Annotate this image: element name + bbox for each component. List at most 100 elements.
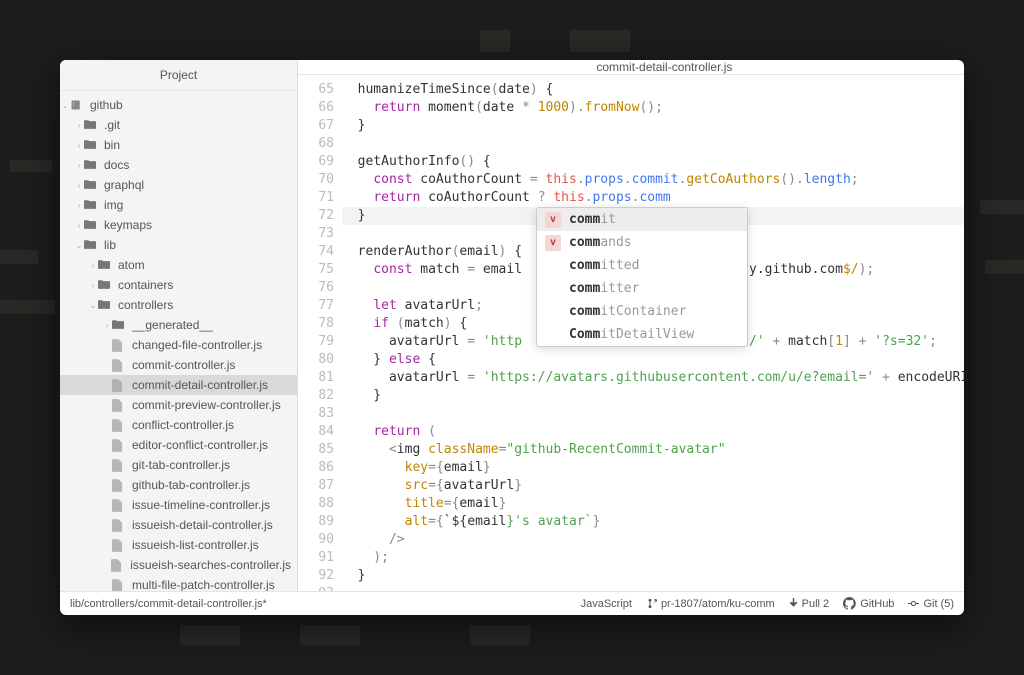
chevron-right-icon: › bbox=[102, 321, 112, 330]
folder-icon bbox=[84, 240, 100, 250]
folder-icon bbox=[84, 160, 100, 170]
tab-bar[interactable]: commit-detail-controller.js bbox=[298, 60, 964, 75]
tree-file[interactable]: changed-file-controller.js bbox=[60, 335, 297, 355]
autocomplete-label: committed bbox=[569, 257, 639, 275]
line-number-gutter: 6566676869707172737475767778798081828384… bbox=[298, 75, 342, 591]
tree-file[interactable]: issue-timeline-controller.js bbox=[60, 495, 297, 515]
autocomplete-popup[interactable]: vcommitvcommandsvcommittedvcommittervcom… bbox=[536, 207, 748, 347]
git-commit-icon bbox=[908, 598, 919, 609]
status-language[interactable]: JavaScript bbox=[581, 598, 632, 610]
tree-folder[interactable]: ›img bbox=[60, 195, 297, 215]
status-branch[interactable]: pr-1807/atom/ku-comm bbox=[646, 597, 775, 610]
code-line[interactable] bbox=[342, 585, 964, 591]
tree-folder-lib[interactable]: ⌄ lib bbox=[60, 235, 297, 255]
chevron-down-icon: ⌄ bbox=[88, 301, 98, 310]
tree-file[interactable]: git-tab-controller.js bbox=[60, 455, 297, 475]
file-icon bbox=[112, 419, 128, 432]
tree-file[interactable]: commit-controller.js bbox=[60, 355, 297, 375]
tree-file[interactable]: conflict-controller.js bbox=[60, 415, 297, 435]
project-sidebar: Project ⌄ github ›.git›bin›docs›graphql›… bbox=[60, 60, 298, 591]
file-icon bbox=[111, 559, 127, 572]
code-line[interactable]: avatarUrl = 'https://avatars.githubuserc… bbox=[342, 369, 964, 387]
tab-title[interactable]: commit-detail-controller.js bbox=[596, 60, 732, 74]
tree-folder[interactable]: ›docs bbox=[60, 155, 297, 175]
code-line[interactable]: const coAuthorCount = this.props.commit.… bbox=[342, 171, 964, 189]
chevron-right-icon: › bbox=[74, 141, 84, 150]
code-line[interactable]: getAuthorInfo() { bbox=[342, 153, 964, 171]
autocomplete-item[interactable]: vCommitDetailView bbox=[537, 323, 747, 346]
folder-icon bbox=[84, 140, 100, 150]
code-line[interactable]: } else { bbox=[342, 351, 964, 369]
tree-label: bin bbox=[104, 138, 120, 152]
tree-label: multi-file-patch-controller.js bbox=[132, 578, 275, 591]
tree-file[interactable]: multi-file-patch-controller.js bbox=[60, 575, 297, 591]
file-icon bbox=[112, 379, 128, 392]
tree-folder[interactable]: ›keymaps bbox=[60, 215, 297, 235]
status-github-label: GitHub bbox=[860, 598, 894, 610]
status-git-label: Git (5) bbox=[923, 598, 954, 610]
code-line[interactable]: alt={`${email}'s avatar`} bbox=[342, 513, 964, 531]
code-line[interactable]: humanizeTimeSince(date) { bbox=[342, 81, 964, 99]
folder-icon bbox=[84, 220, 100, 230]
tree-label: containers bbox=[118, 278, 173, 292]
code-line[interactable]: } bbox=[342, 117, 964, 135]
tree-file[interactable]: issueish-detail-controller.js bbox=[60, 515, 297, 535]
code-area[interactable]: humanizeTimeSince(date) { return moment(… bbox=[342, 75, 964, 591]
code-line[interactable]: src={avatarUrl} bbox=[342, 477, 964, 495]
file-icon bbox=[112, 539, 128, 552]
folder-icon bbox=[112, 320, 128, 330]
tree-file[interactable]: issueish-list-controller.js bbox=[60, 535, 297, 555]
tree-file[interactable]: commit-preview-controller.js bbox=[60, 395, 297, 415]
file-icon bbox=[112, 479, 128, 492]
chevron-right-icon: › bbox=[88, 261, 98, 270]
tree-label: editor-conflict-controller.js bbox=[132, 438, 268, 452]
code-line[interactable]: title={email} bbox=[342, 495, 964, 513]
tree-folder-controllers[interactable]: ⌄ controllers bbox=[60, 295, 297, 315]
status-file-path[interactable]: lib/controllers/commit-detail-controller… bbox=[70, 598, 567, 610]
autocomplete-label: commands bbox=[569, 234, 632, 252]
status-git[interactable]: Git (5) bbox=[908, 598, 954, 610]
autocomplete-item[interactable]: vcommitContainer bbox=[537, 300, 747, 323]
status-github[interactable]: GitHub bbox=[843, 597, 894, 610]
code-editor[interactable]: 6566676869707172737475767778798081828384… bbox=[298, 75, 964, 591]
autocomplete-label: commit bbox=[569, 211, 616, 229]
code-line[interactable]: ); bbox=[342, 549, 964, 567]
tree-folder[interactable]: ›.git bbox=[60, 115, 297, 135]
code-line[interactable]: } bbox=[342, 387, 964, 405]
file-tree[interactable]: ⌄ github ›.git›bin›docs›graphql›img›keym… bbox=[60, 91, 297, 591]
code-line[interactable]: } bbox=[342, 567, 964, 585]
autocomplete-item[interactable]: vcommit bbox=[537, 208, 747, 231]
editor-window: Project ⌄ github ›.git›bin›docs›graphql›… bbox=[60, 60, 964, 615]
chevron-right-icon: › bbox=[74, 201, 84, 210]
code-line[interactable]: <img className="github-RecentCommit-avat… bbox=[342, 441, 964, 459]
tree-file[interactable]: issueish-searches-controller.js bbox=[60, 555, 297, 575]
code-line[interactable]: key={email} bbox=[342, 459, 964, 477]
folder-icon bbox=[98, 280, 114, 290]
autocomplete-item[interactable]: vcommands bbox=[537, 231, 747, 254]
autocomplete-item[interactable]: vcommitted bbox=[537, 254, 747, 277]
chevron-right-icon: › bbox=[88, 281, 98, 290]
code-line[interactable]: return moment(date * 1000).fromNow(); bbox=[342, 99, 964, 117]
code-line[interactable]: return coAuthorCount ? this.props.comm bbox=[342, 189, 964, 207]
tree-file[interactable]: commit-detail-controller.js bbox=[60, 375, 297, 395]
code-line[interactable]: return ( bbox=[342, 423, 964, 441]
chevron-right-icon: › bbox=[74, 221, 84, 230]
tree-folder[interactable]: › bin bbox=[60, 135, 297, 155]
tree-root-repo[interactable]: ⌄ github bbox=[60, 95, 297, 115]
tree-folder[interactable]: ›graphql bbox=[60, 175, 297, 195]
autocomplete-item[interactable]: vcommitter bbox=[537, 277, 747, 300]
tree-label: .git bbox=[104, 118, 120, 132]
tree-folder-generated[interactable]: › __generated__ bbox=[60, 315, 297, 335]
tree-file[interactable]: github-tab-controller.js bbox=[60, 475, 297, 495]
code-line[interactable] bbox=[342, 405, 964, 423]
status-pull[interactable]: Pull 2 bbox=[789, 598, 830, 610]
tree-file[interactable]: editor-conflict-controller.js bbox=[60, 435, 297, 455]
github-icon bbox=[843, 597, 856, 610]
code-line[interactable] bbox=[342, 135, 964, 153]
tree-label: issueish-list-controller.js bbox=[132, 538, 259, 552]
code-line[interactable]: /> bbox=[342, 531, 964, 549]
file-icon bbox=[112, 359, 128, 372]
status-branch-label: pr-1807/atom/ku-comm bbox=[661, 598, 775, 610]
tree-folder[interactable]: ›atom bbox=[60, 255, 297, 275]
tree-folder[interactable]: › containers bbox=[60, 275, 297, 295]
